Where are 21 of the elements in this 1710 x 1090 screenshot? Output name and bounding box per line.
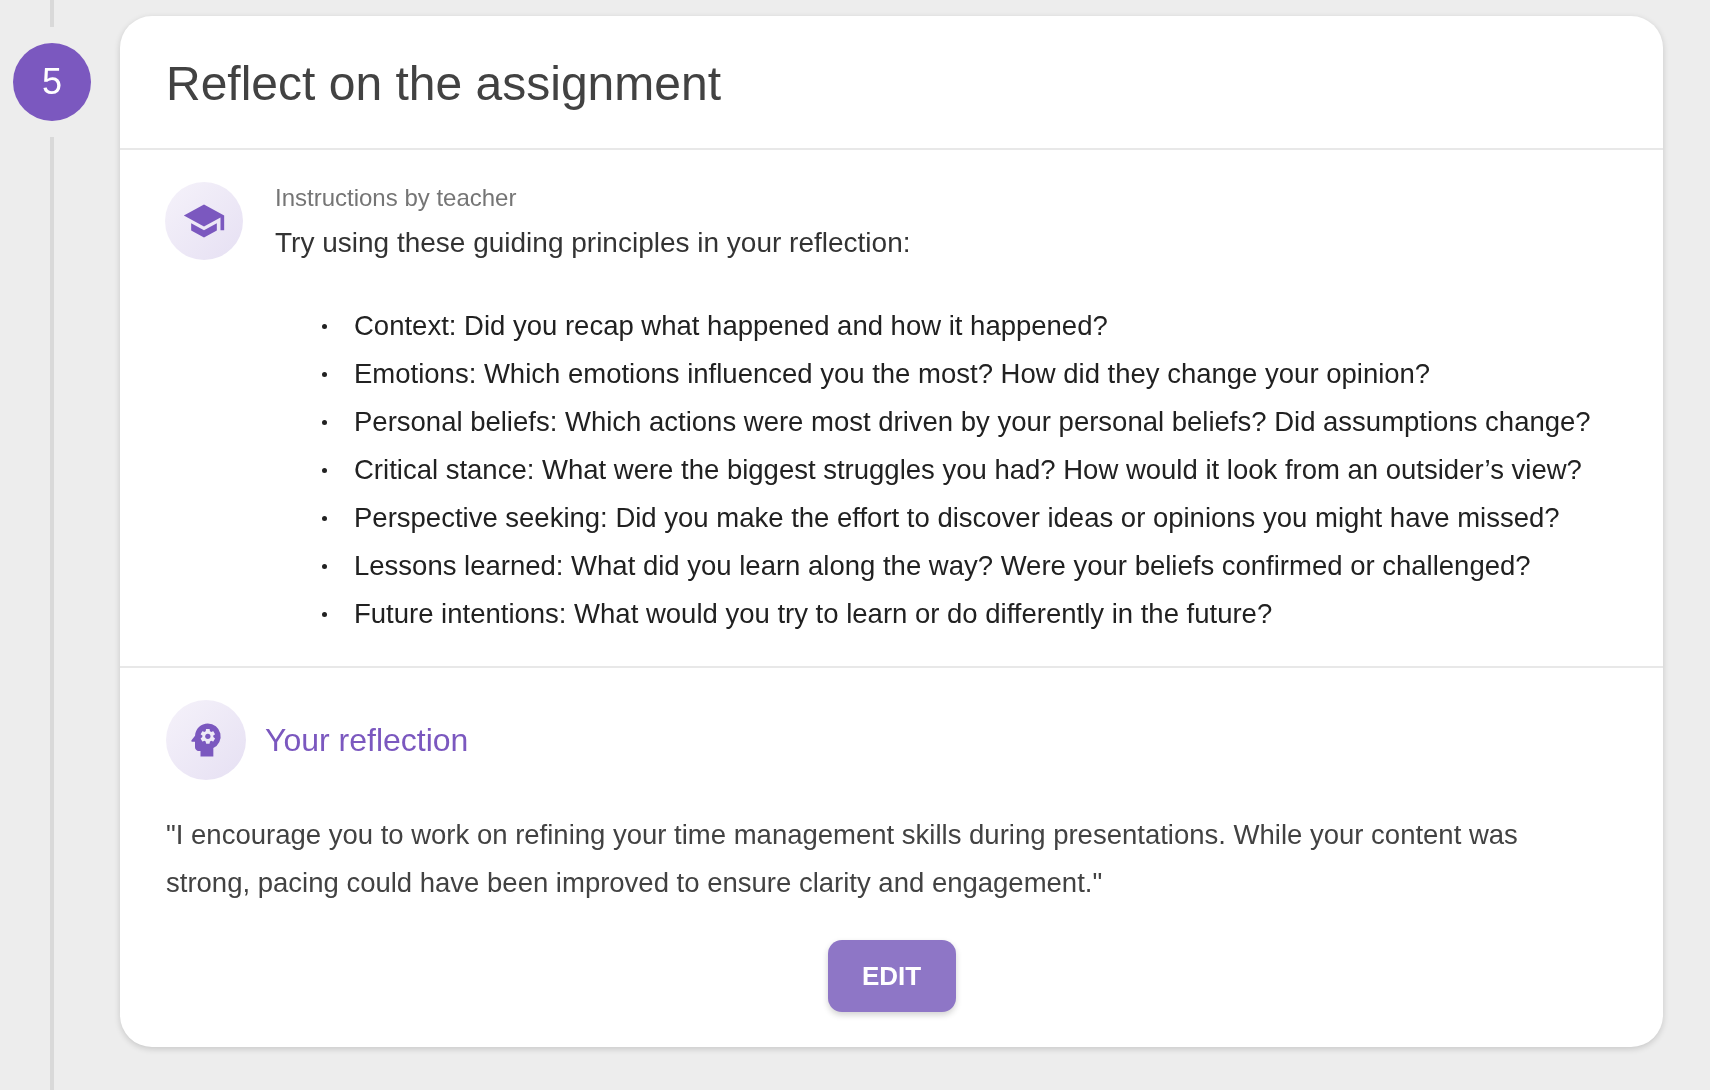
list-item-text: Perspective seeking: Did you make the effort to discover ideas or opinions you might have missed? [354,501,1560,535]
bullet-icon [322,611,327,617]
reflection-heading: Your reflection [265,721,469,759]
instructions-label: Instructions by teacher [275,184,518,212]
bullet-icon [322,467,327,473]
bullet-icon [322,515,327,521]
list-item-text: Personal beliefs: Which actions were most driven by your personal beliefs? Did assumptions change? [354,405,1591,439]
list-item-text: Future intentions: What would you try to learn or do differently in the future? [354,597,1273,631]
bullet-icon [322,323,327,329]
bullet-icon [322,371,327,377]
instructions-intro: Try using these guiding principles in your reflection: [275,226,912,260]
bullet-icon [322,419,327,425]
list-item-text: Emotions: Which emotions influenced you the most? How did they change your opinion? [354,357,1431,391]
reflection-text: "I encourage you to work on refining your time management skills during presentations. While your content was strong, pacing could have been improved to ensure clarity and engagement." [166,818,1519,900]
step-number: 5 [13,43,91,121]
list-item-text: Lessons learned: What did you learn along the way? Were your beliefs confirmed or challenged? [354,549,1531,583]
bullet-icon [322,563,327,569]
card-title: Reflect on the assignment [166,55,721,111]
list-item-text: Context: Did you recap what happened and how it happened? [354,309,1108,343]
edit-button[interactable]: EDIT [827,940,956,1012]
list-item-text: Critical stance: What were the biggest struggles you had? How would it look from an outsider’s view? [354,453,1582,487]
